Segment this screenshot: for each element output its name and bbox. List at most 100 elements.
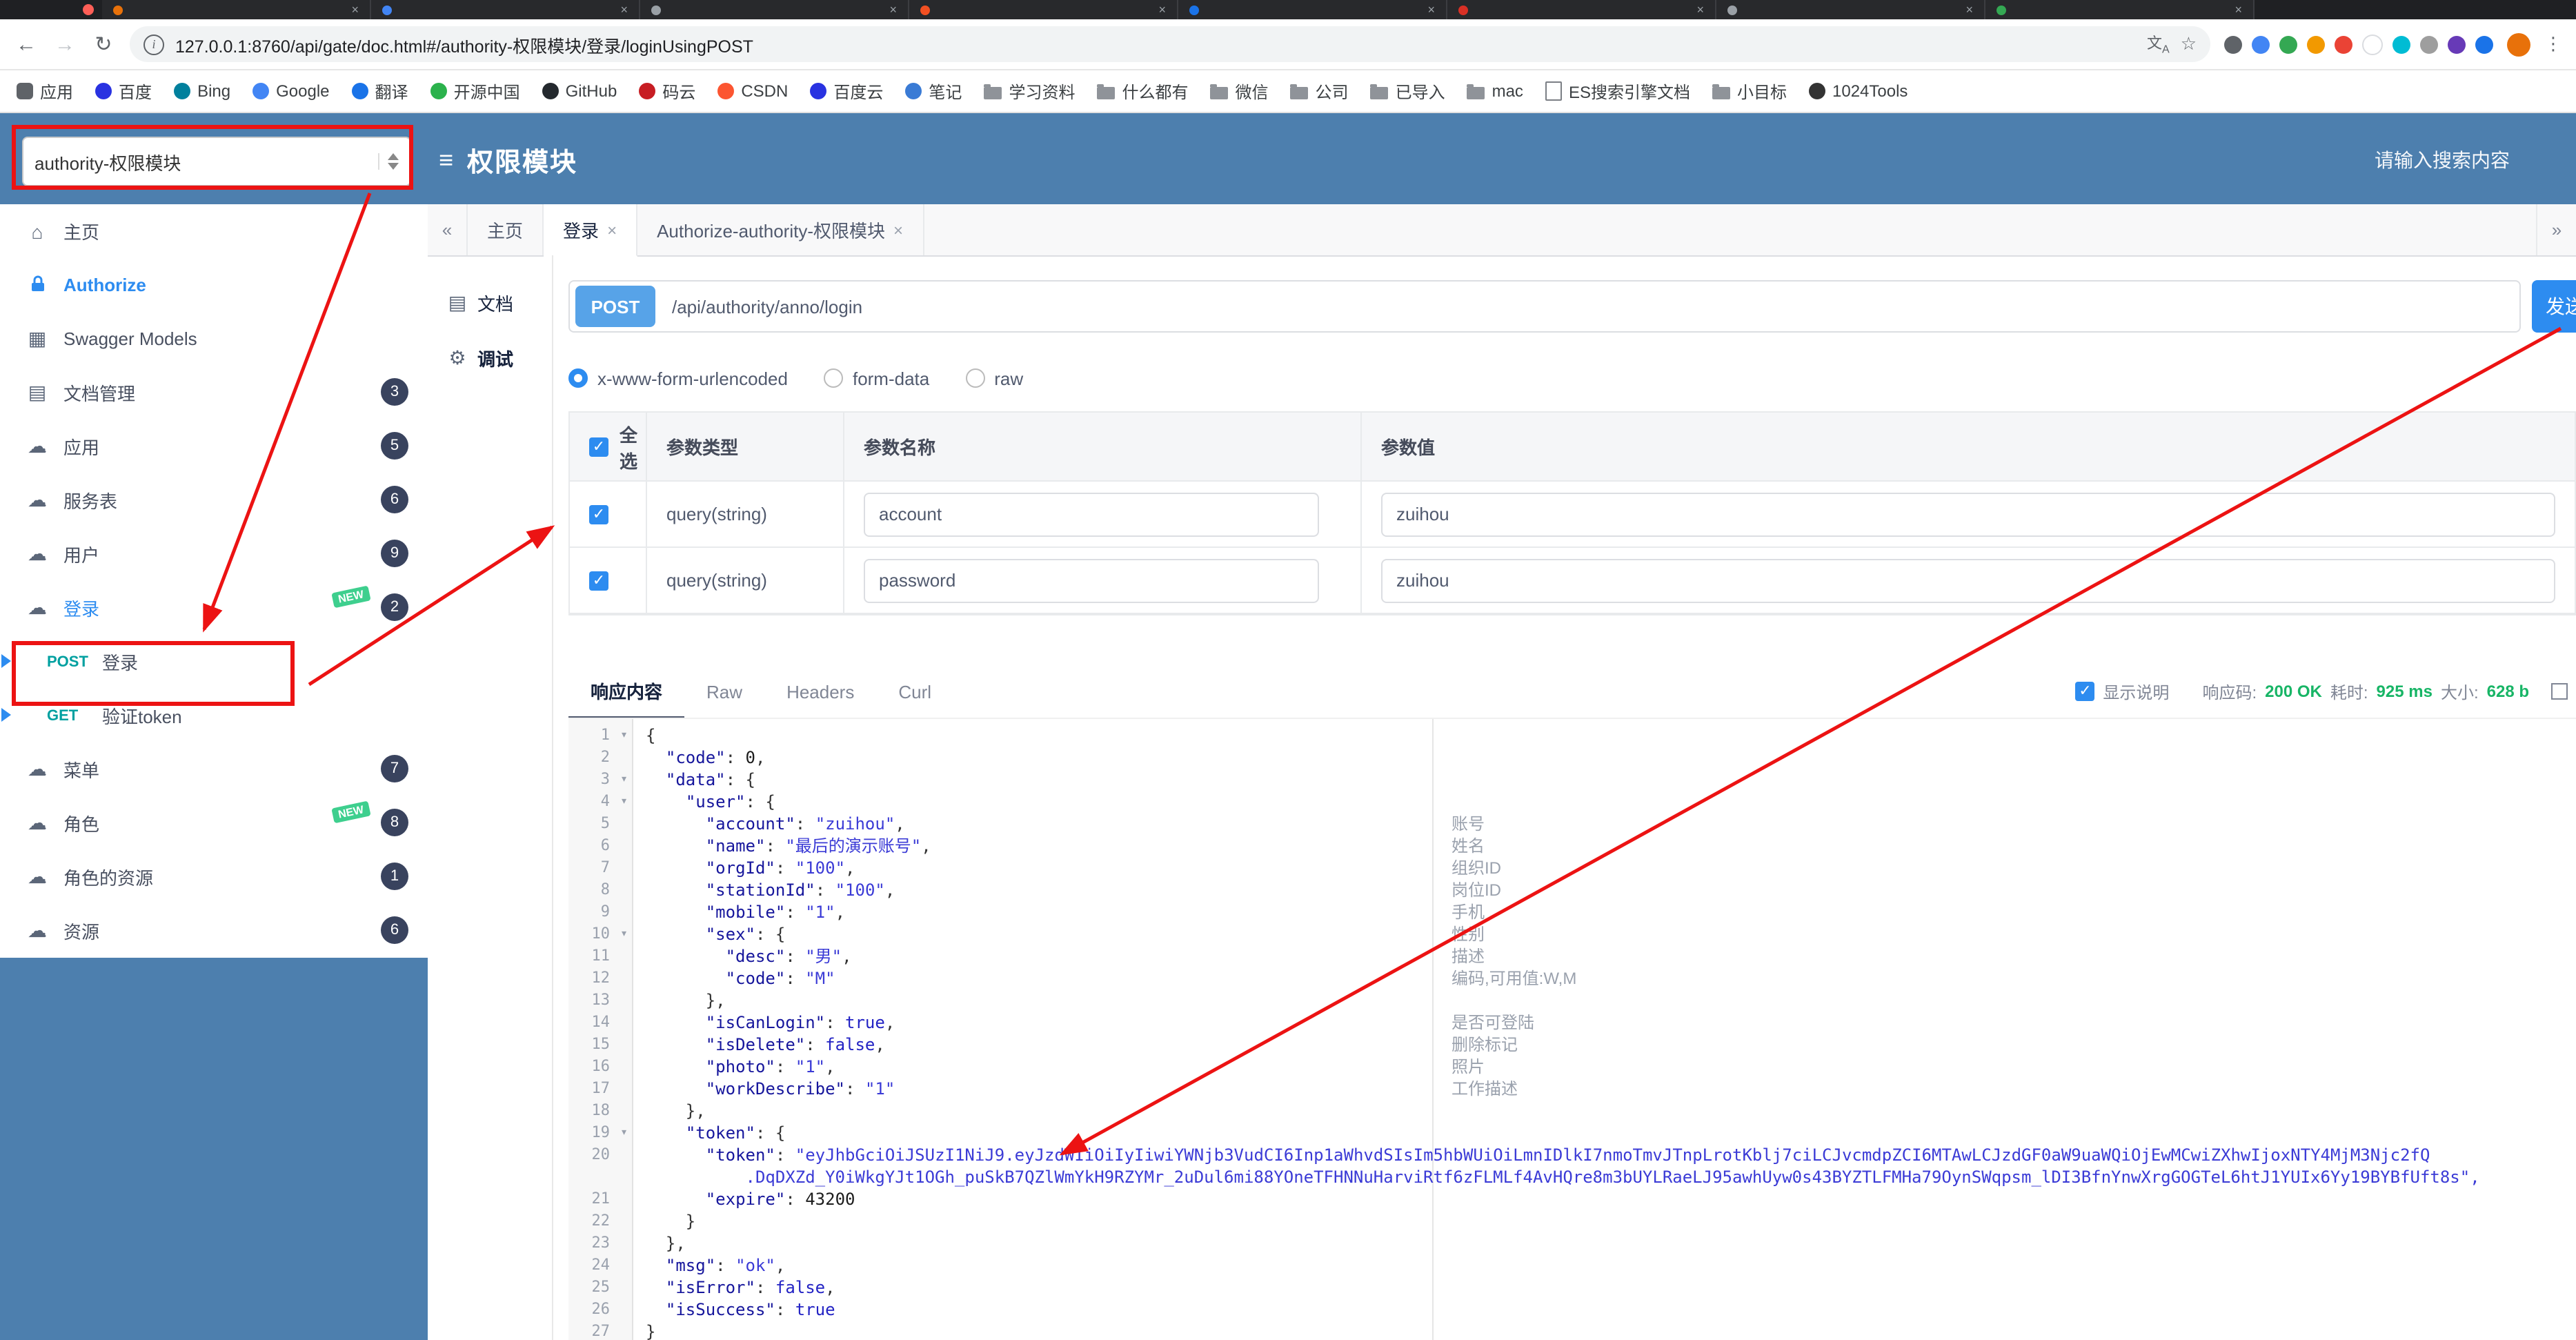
tab-response-content[interactable]: 响应内容 [568, 664, 685, 719]
back-icon[interactable]: ← [14, 32, 39, 56]
sidebar-item-role-resource[interactable]: ☁ 角色的资源 1 [0, 850, 428, 904]
extension-icon[interactable] [2362, 34, 2383, 55]
tab-headers[interactable]: Headers [764, 665, 876, 718]
bookmark-item[interactable]: 什么都有 [1097, 79, 1189, 103]
bookmark-item[interactable]: 码云 [639, 79, 695, 103]
param-name-input[interactable] [864, 492, 1319, 536]
browser-menu-icon[interactable]: ⋮ [2544, 33, 2562, 55]
close-icon[interactable]: × [2235, 3, 2242, 16]
checkbox-checked-icon[interactable] [589, 504, 608, 524]
browser-tab[interactable]: × [371, 0, 640, 19]
browser-tab[interactable]: × [1178, 0, 1447, 19]
bookmark-star-icon[interactable]: ☆ [2181, 33, 2197, 55]
browser-tab[interactable]: × [102, 0, 371, 19]
fullscreen-icon[interactable] [2551, 683, 2568, 700]
reload-icon[interactable]: ↻ [91, 32, 116, 57]
extension-icon[interactable] [2420, 35, 2438, 53]
tabs-forward-icon[interactable]: » [2536, 204, 2576, 255]
bookmark-item[interactable]: 小目标 [1712, 79, 1787, 103]
header-search[interactable]: 请输入搜索内容 [2375, 146, 2510, 174]
extension-icon[interactable] [2252, 35, 2270, 53]
sidebar-item-verify-token-get[interactable]: GET 验证token [0, 689, 428, 742]
radio-form-data[interactable]: form-data [823, 368, 929, 388]
sidebar-item-authorize[interactable]: Authorize [0, 258, 428, 312]
sidebar-item-service-table[interactable]: ☁ 服务表 6 [0, 473, 428, 527]
fold-caret-icon[interactable]: ▾ [620, 791, 628, 813]
bookmark-item[interactable]: GitHub [542, 81, 617, 101]
bookmark-item[interactable]: ES搜索引擎文档 [1545, 79, 1690, 103]
panel-item-doc[interactable]: ▤ 文档 [428, 275, 552, 330]
show-description-checkbox[interactable]: 显示说明 [2075, 680, 2169, 703]
close-icon[interactable]: × [620, 3, 628, 16]
forward-icon[interactable]: → [52, 32, 77, 56]
param-value-input[interactable] [1381, 492, 2555, 536]
table-row-checkbox[interactable] [570, 482, 647, 548]
bookmark-item[interactable]: 开源中国 [430, 79, 520, 103]
close-icon[interactable]: × [607, 220, 617, 239]
bookmark-item[interactable]: 学习资料 [984, 79, 1075, 103]
site-info-icon[interactable]: i [143, 34, 164, 55]
fold-caret-icon[interactable]: ▾ [620, 769, 628, 791]
extension-icon[interactable] [2224, 35, 2242, 53]
close-icon[interactable]: × [1965, 3, 1973, 16]
fold-caret-icon[interactable]: ▾ [620, 923, 628, 945]
extension-icon[interactable] [2448, 35, 2466, 53]
bookmark-item[interactable]: 微信 [1210, 79, 1269, 103]
close-icon[interactable]: × [351, 3, 359, 16]
browser-tab[interactable]: × [1716, 0, 1985, 19]
bookmark-item[interactable]: 应用 [17, 79, 73, 103]
translate-icon[interactable]: 文A [2147, 32, 2170, 56]
tabs-back-icon[interactable]: « [428, 204, 468, 255]
sidebar-item-app[interactable]: ☁ 应用 5 [0, 420, 428, 473]
radio-raw[interactable]: raw [965, 368, 1023, 388]
bookmark-item[interactable]: 笔记 [905, 79, 962, 103]
checkbox-checked-icon[interactable] [589, 571, 608, 590]
module-select[interactable]: authority-权限模块 [22, 137, 411, 186]
sidebar-item-user[interactable]: ☁ 用户 9 [0, 527, 428, 581]
sidebar-item-menu[interactable]: ☁ 菜单 7 [0, 742, 428, 796]
extension-icon[interactable] [2307, 35, 2325, 53]
close-icon[interactable]: × [893, 220, 903, 239]
close-icon[interactable]: × [1427, 3, 1435, 16]
extension-icon[interactable] [2475, 35, 2493, 53]
sidebar-item-role[interactable]: ☁ 角色 NEW 8 [0, 796, 428, 850]
tab-home[interactable]: 主页 [468, 204, 544, 255]
radio-x-www-form-urlencoded[interactable]: x-www-form-urlencoded [568, 368, 788, 388]
extension-icon[interactable] [2279, 35, 2297, 53]
bookmark-item[interactable]: Google [252, 81, 330, 101]
bookmark-item[interactable]: Bing [174, 81, 230, 101]
tab-authorize-authority[interactable]: Authorize-authority-权限模块 × [637, 204, 924, 255]
sidebar-item-swagger-models[interactable]: ▦ Swagger Models [0, 312, 428, 366]
table-row-checkbox[interactable] [570, 548, 647, 614]
avatar[interactable] [2507, 32, 2530, 56]
tab-login[interactable]: 登录 × [544, 204, 638, 257]
bookmark-item[interactable]: 公司 [1290, 79, 1349, 103]
send-button[interactable]: 发送 [2532, 280, 2576, 333]
tab-curl[interactable]: Curl [876, 665, 953, 718]
bookmark-item[interactable]: 百度云 [810, 79, 883, 103]
url-text[interactable]: 127.0.0.1:8760/api/gate/doc.html#/author… [175, 31, 753, 57]
select-all-header[interactable]: 全选 [570, 413, 647, 482]
sidebar-item-doc-manage[interactable]: ▤ 文档管理 3 [0, 366, 428, 420]
close-icon[interactable]: × [889, 3, 897, 16]
close-icon[interactable]: × [1158, 3, 1166, 16]
fold-caret-icon[interactable]: ▾ [620, 725, 628, 747]
extension-icon[interactable] [2392, 35, 2410, 53]
param-value-input[interactable] [1381, 558, 2555, 602]
bookmark-item[interactable]: 翻译 [351, 79, 408, 103]
sidebar-item-login[interactable]: ☁ 登录 NEW 2 [0, 581, 428, 635]
sidebar-item-login-post[interactable]: POST 登录 [0, 635, 428, 689]
tab-raw[interactable]: Raw [684, 665, 764, 718]
browser-tab[interactable]: × [909, 0, 1178, 19]
menu-icon[interactable]: ≡ [439, 146, 453, 175]
bookmark-item[interactable]: 百度 [95, 79, 152, 103]
bookmark-item[interactable]: CSDN [717, 81, 788, 101]
bookmark-item[interactable]: 已导入 [1370, 79, 1445, 103]
address-bar[interactable]: i 127.0.0.1:8760/api/gate/doc.html#/auth… [130, 26, 2210, 62]
response-code-editor[interactable]: 1 ▾{2 "code": 0, 3 ▾ "data": {4 ▾ "user": {5… [568, 718, 2576, 1340]
close-icon[interactable]: × [1696, 3, 1704, 16]
checkbox-checked-icon[interactable] [589, 437, 608, 456]
bookmark-item[interactable]: 1024Tools [1809, 81, 1908, 101]
panel-item-debug[interactable]: ⚙ 调试 [428, 330, 552, 385]
bookmark-item[interactable]: mac [1467, 81, 1523, 101]
